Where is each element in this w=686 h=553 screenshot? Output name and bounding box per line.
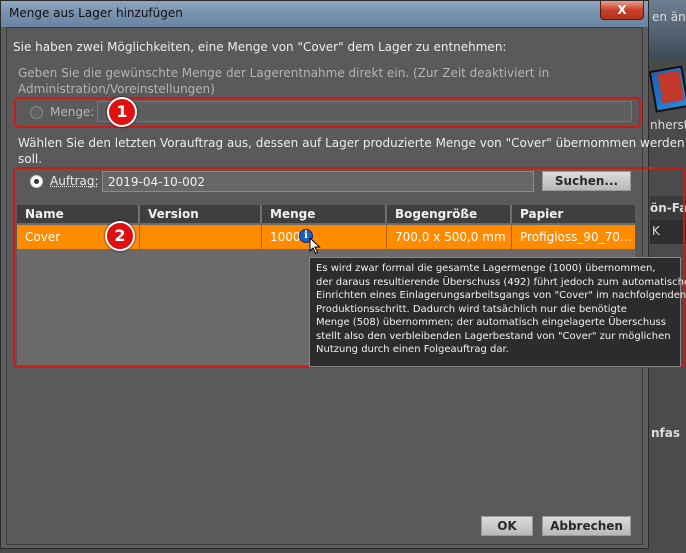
option1-description-2: Administration/Voreinstellungen) xyxy=(18,82,215,96)
tooltip-line: Nutzung durch einen Folgeauftrag dar. xyxy=(316,344,509,355)
tooltip-line: Menge (508) übernommen; der automatisch … xyxy=(316,317,666,328)
cancel-button[interactable]: Abbrechen xyxy=(542,516,631,536)
background-text: nfas xyxy=(651,426,681,440)
tooltip-line: der daraus resultierende Überschuss (492… xyxy=(316,276,686,288)
intro-text: Sie haben zwei Möglichkeiten, eine Menge… xyxy=(13,40,507,54)
close-button[interactable]: X xyxy=(600,1,644,20)
background-text: nherst. xyxy=(650,118,686,132)
add-from-stock-dialog: Menge aus Lager hinzufügen X Sie haben z… xyxy=(0,0,686,549)
ok-button[interactable]: OK xyxy=(481,516,533,536)
tooltip-line: Einrichten eines Einlagerungsarbeitsgang… xyxy=(316,290,686,301)
mouse-cursor-icon xyxy=(309,237,321,255)
option2-description-2: soll. xyxy=(18,152,43,166)
tooltip-line: stellt also den verbleibenden Lagerbesta… xyxy=(316,330,671,342)
option2-description: Wählen Sie den letzten Vorauftrag aus, d… xyxy=(18,136,685,150)
dialog-title: Menge aus Lager hinzufügen xyxy=(9,6,183,20)
dialog-titlebar[interactable]: Menge aus Lager hinzufügen X xyxy=(1,1,648,27)
callout-badge-1: 1 xyxy=(107,97,137,127)
option1-description: Geben Sie die gewünschte Menge der Lager… xyxy=(18,66,550,80)
tooltip-line: Es wird zwar formal die gesamte Lagermen… xyxy=(316,263,656,274)
callout-badge-2: 2 xyxy=(105,221,135,251)
tooltip-line: Produktionsschritt. Dadurch wird tatsäch… xyxy=(316,303,627,315)
menge-tooltip: Es wird zwar formal die gesamte Lagermen… xyxy=(309,257,686,367)
background-text: en änd xyxy=(652,10,686,24)
